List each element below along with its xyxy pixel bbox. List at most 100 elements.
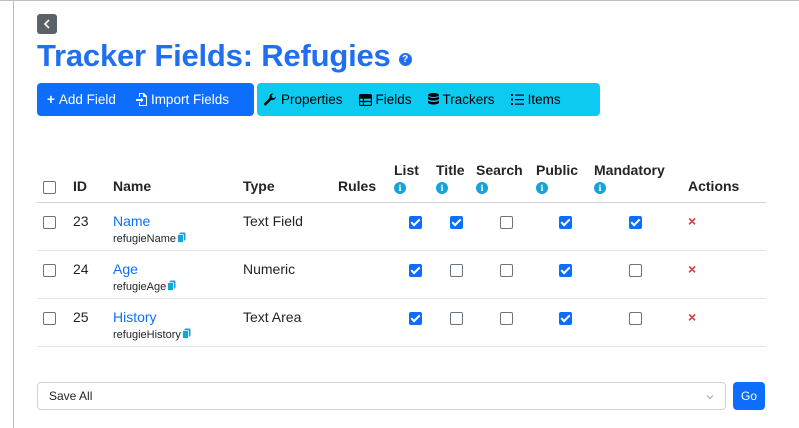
row-search-cell [476,202,536,251]
title-checkbox[interactable] [449,215,463,229]
list-checkbox[interactable] [408,263,422,277]
public-checkbox[interactable] [558,263,572,277]
header-actions: Actions [676,162,766,203]
info-icon[interactable]: i [476,182,488,194]
items-label: Items [527,92,561,107]
public-checkbox[interactable] [558,215,572,229]
perm-name: refugieAge [113,280,243,294]
properties-label: Properties [281,92,343,107]
plus-icon: + [47,92,55,107]
copy-icon[interactable] [177,232,186,246]
row-type: Text Field [243,202,338,251]
header-title-label: Title [436,162,465,178]
row-search-cell [476,250,536,299]
row-select-cell [37,202,73,251]
header-mandatory: Mandatory i [594,162,676,203]
secondary-button-group: Properties Fields Trackers Items [257,83,600,116]
field-name-link[interactable]: History [113,309,243,325]
info-icon[interactable]: i [394,182,406,194]
delete-icon[interactable]: × [688,213,696,229]
header-public: Public i [536,162,594,203]
search-checkbox[interactable] [499,263,513,277]
row-name-cell: Age refugieAge [113,250,243,299]
delete-icon[interactable]: × [688,309,696,325]
row-id: 24 [73,250,113,299]
row-type: Text Area [243,298,338,347]
row-actions: × [676,202,766,251]
row-checkbox[interactable] [43,215,56,229]
row-checkbox[interactable] [43,263,56,277]
row-list-cell [394,250,436,299]
row-checkbox[interactable] [43,311,56,325]
row-list-cell [394,202,436,251]
row-name-cell: Name refugieName [113,202,243,251]
page-title-container: Tracker Fields: Refugies ? [37,38,412,74]
page-title: Tracker Fields: Refugies [37,38,391,73]
title-checkbox[interactable] [449,263,463,277]
header-public-label: Public [536,162,579,178]
header-title: Title i [436,162,476,203]
perm-name: refugieName [113,232,243,246]
info-icon[interactable]: i [536,182,548,194]
row-type: Numeric [243,250,338,299]
fields-button[interactable]: Fields [351,83,420,116]
field-name-link[interactable]: Age [113,261,243,277]
search-checkbox[interactable] [499,311,513,325]
bulk-action-value: Save All [49,389,93,403]
mandatory-checkbox[interactable] [628,311,642,325]
import-fields-button[interactable]: Import Fields [124,83,237,116]
row-name-cell: History refugieHistory [113,298,243,347]
field-name-link[interactable]: Name [113,213,243,229]
row-title-cell [436,298,476,347]
info-icon[interactable]: i [594,182,606,194]
mandatory-checkbox[interactable] [628,215,642,229]
header-search: Search i [476,162,536,203]
database-icon [427,93,439,106]
row-mandatory-cell [594,202,676,251]
properties-button[interactable]: Properties [257,83,351,116]
row-public-cell [536,250,594,299]
header-id: ID [73,162,113,203]
row-title-cell [436,202,476,251]
trackers-label: Trackers [442,92,495,107]
perm-name: refugieHistory [113,328,243,342]
row-list-cell [394,298,436,347]
select-all-checkbox[interactable] [43,180,56,194]
delete-icon[interactable]: × [688,261,696,277]
list-icon [510,94,524,105]
mandatory-checkbox[interactable] [628,263,642,277]
frame-left-border [13,0,14,428]
question-circle-icon[interactable]: ? [398,52,412,66]
select-all-cell [37,162,73,203]
trackers-button[interactable]: Trackers [420,83,503,116]
perm-name-text: refugieName [113,233,176,245]
list-checkbox[interactable] [408,215,422,229]
row-mandatory-cell [594,250,676,299]
copy-icon[interactable] [167,280,176,294]
table-row: 23 Name refugieName Text Field × [37,202,766,251]
list-checkbox[interactable] [408,311,422,325]
chevron-down-icon [705,391,715,405]
copy-icon[interactable] [181,328,191,342]
add-field-button[interactable]: + Add Field [37,83,124,116]
header-search-label: Search [476,162,523,178]
table-row: 24 Age refugieAge Numeric × [37,250,766,299]
header-type: Type [243,162,338,203]
table-row: 25 History refugieHistory Text Area × [37,298,766,347]
header-list: List i [394,162,436,203]
info-icon[interactable]: i [436,182,448,194]
search-checkbox[interactable] [499,215,513,229]
perm-name-text: refugieAge [113,281,167,293]
table-body: 23 Name refugieName Text Field × 24 Age refugie… [37,202,766,347]
primary-button-group: + Add Field Import Fields [37,83,254,116]
row-public-cell [536,202,594,251]
header-rules: Rules [338,162,394,203]
public-checkbox[interactable] [558,311,572,325]
bulk-action-select[interactable]: Save All [37,382,726,410]
back-button[interactable] [37,14,57,34]
header-name: Name [113,162,243,203]
title-checkbox[interactable] [449,311,463,325]
header-list-label: List [394,162,419,178]
go-button[interactable]: Go [733,382,765,410]
items-button[interactable]: Items [503,83,569,116]
